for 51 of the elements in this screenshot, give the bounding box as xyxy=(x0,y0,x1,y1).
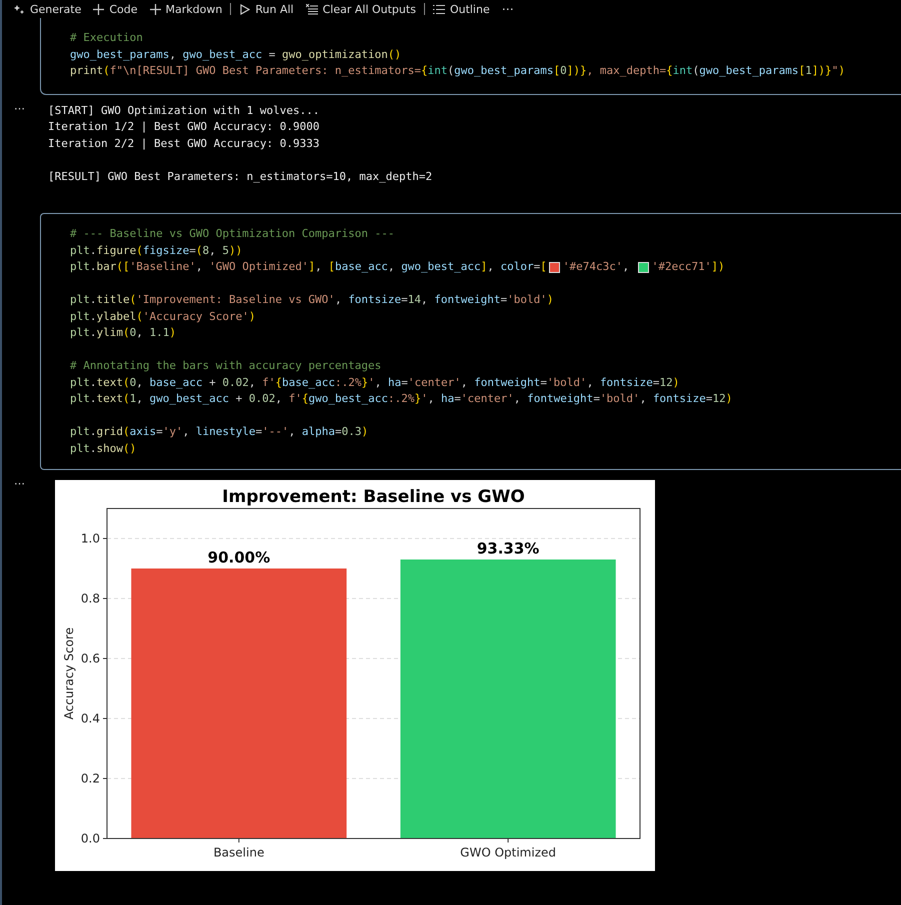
output-menu-button[interactable]: ⋯ xyxy=(2,102,48,114)
code-line: plt.figure(figsize=(8, 5)) xyxy=(70,242,244,258)
toolbar-button[interactable]: Clear All Outputs xyxy=(302,0,420,18)
x-tick-label: Baseline xyxy=(213,846,264,860)
color-swatch[interactable] xyxy=(548,262,560,273)
code-line: plt.ylim(0, 1.1) xyxy=(70,325,177,341)
clear-outputs-icon xyxy=(306,4,318,14)
code-line: plt.ylabel('Accuracy Score') xyxy=(70,308,256,324)
code-line: print(f"\n[RESULT] GWO Best Parameters: n_estimators={int(gwo_best_params[0])}, max_depth={int(gwo_best_params[1])}") xyxy=(70,63,846,79)
code-line: gwo_best_params, gwo_best_acc = gwo_optimization() xyxy=(70,46,402,63)
code-line: plt.text(0, base_acc + 0.02, f'{base_acc:.2%}', ha='center', fontweight='bold', fontsize=12) xyxy=(70,374,680,391)
toolbar-button[interactable]: Run All xyxy=(235,0,298,18)
value-label: 90.00% xyxy=(208,548,270,566)
code-text: '#e74c3c', xyxy=(562,259,630,275)
y-tick-label: 0.2 xyxy=(80,772,100,786)
code-text: '#2ecc71']) xyxy=(652,259,725,275)
y-tick-label: 0.4 xyxy=(80,712,100,726)
code-line: # --- Baseline vs GWO Optimization Comparison --- xyxy=(70,226,396,242)
y-tick-label: 0.0 xyxy=(80,832,100,846)
toolbar-button[interactable]: Outline xyxy=(428,0,494,18)
chart-title: Improvement: Baseline vs GWO xyxy=(222,487,525,507)
toolbar-button[interactable]: Code xyxy=(89,0,142,18)
code-text: plt.bar(['Baseline', 'GWO Optimized'], [base_acc, gwo_best_acc], color=[ xyxy=(70,259,547,275)
more-button[interactable]: ⋯ xyxy=(498,0,518,18)
sparkle-icon xyxy=(14,4,25,14)
play-icon xyxy=(239,4,250,14)
plus-icon xyxy=(93,4,104,14)
code-line: # Annotating the bars with accuracy percentages xyxy=(70,358,382,374)
list-icon xyxy=(432,4,445,14)
y-axis-label: Accuracy Score xyxy=(62,627,76,720)
y-tick-label: 0.6 xyxy=(80,652,100,666)
code-line: plt.grid(axis='y', linestyle='--', alpha=0.3) xyxy=(70,424,370,440)
code-line: # Execution xyxy=(70,30,144,46)
code-cell[interactable] xyxy=(40,213,901,470)
toolbar-button[interactable]: Markdown xyxy=(146,0,226,18)
x-tick-label: GWO Optimized xyxy=(460,846,556,860)
code-cell[interactable]: # Execution gwo_best_params, gwo_best_acc = gwo_optimization() print(f"\n[RESULT] GWO Best Parameters: n_estimators={int(gwo_best_params[0])}, max_depth={int(gwo_best_params[1])}") xyxy=(40,18,901,94)
color-swatch[interactable] xyxy=(638,262,649,273)
y-tick-label: 0.8 xyxy=(80,592,100,606)
plus-icon xyxy=(150,4,161,14)
output-line: [START] GWO Optimization with 1 wolves... xyxy=(48,102,321,118)
output-menu-button[interactable]: ⋯ xyxy=(2,478,48,490)
code-line: plt.show() xyxy=(70,440,138,456)
code-line: plt.text(1, gwo_best_acc + 0.02, f'{gwo_best_acc:.2%}', ha='center', fontweight='bold', fontsize=12) xyxy=(70,391,734,407)
value-label: 93.33% xyxy=(476,540,540,558)
output-line: Iteration 1/2 | Best GWO Accuracy: 0.9000 xyxy=(48,119,321,135)
output-line: [RESULT] GWO Best Parameters: n_estimators=10, max_depth=2 xyxy=(48,168,432,185)
code-line: plt.title('Improvement: Baseline vs GWO', fontsize=14, fontweight='bold') xyxy=(70,292,555,308)
output-line: Iteration 2/2 | Best GWO Accuracy: 0.9333 xyxy=(48,136,321,152)
toolbar-button[interactable]: Generate xyxy=(10,0,86,18)
y-tick-label: 1.0 xyxy=(80,532,100,546)
